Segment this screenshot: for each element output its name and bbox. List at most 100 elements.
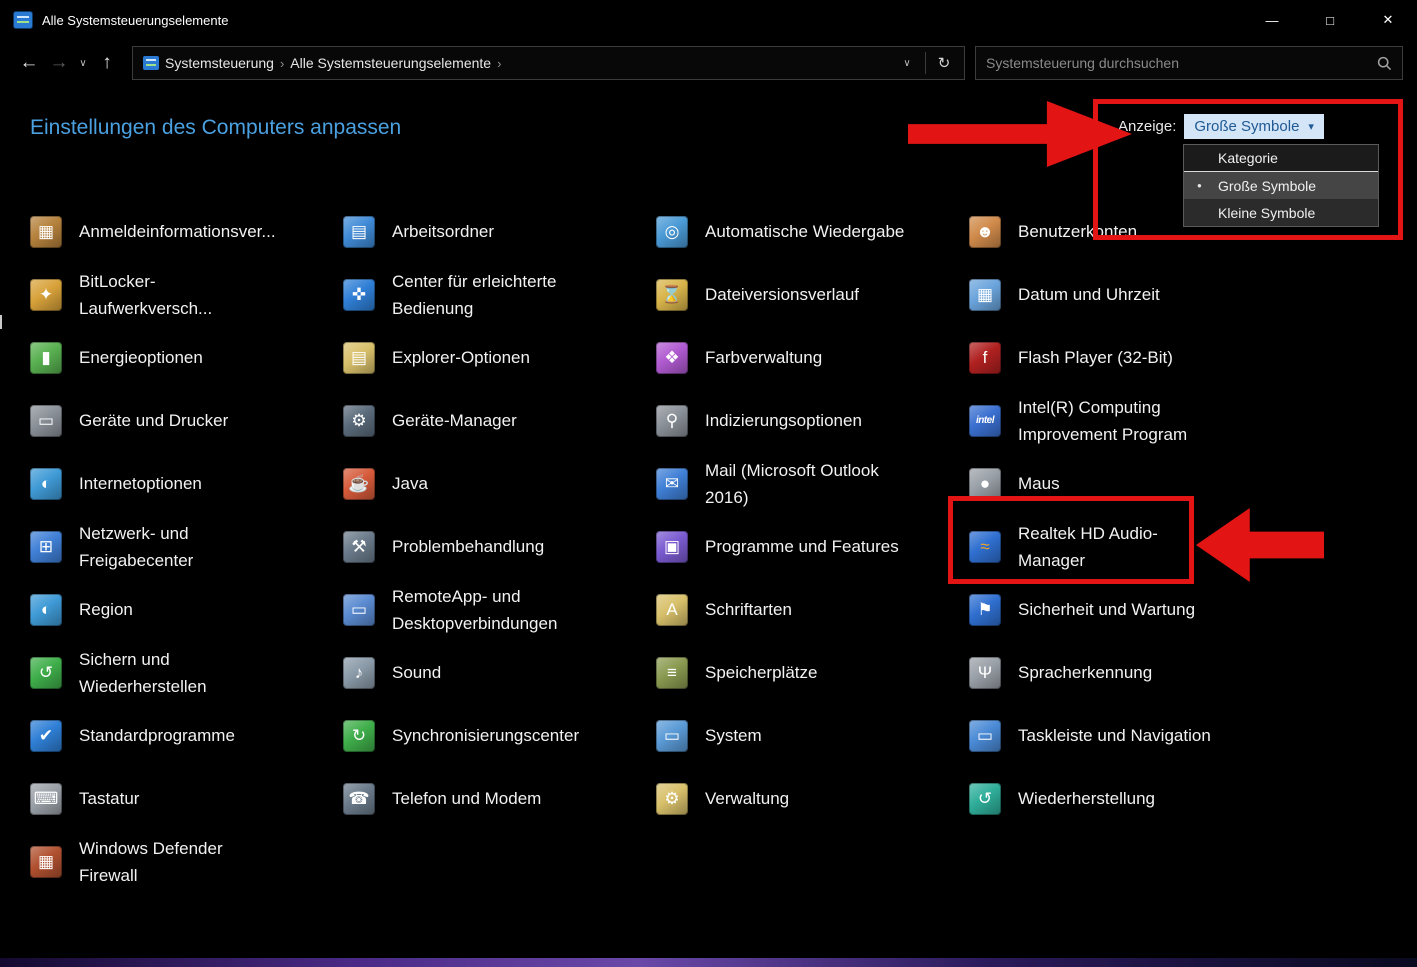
item-speicherplaetze[interactable]: ≡ Speicherplätze [656, 641, 969, 704]
taskbar-icon: ▭ [969, 719, 1001, 752]
item-flash-player[interactable]: f Flash Player (32-Bit) [969, 326, 1282, 389]
item-label: Synchronisierungscenter [392, 726, 580, 745]
item-label: Arbeitsordner [392, 222, 495, 241]
view-menu-item-gro-e-symbole[interactable]: ● Große Symbole [1184, 172, 1378, 199]
close-button[interactable]: ✕ [1359, 0, 1417, 40]
forward-icon[interactable]: → [44, 52, 74, 74]
item-erleichterte-bedienung[interactable]: ✜ Center für erleichterte Bedienung [343, 263, 656, 326]
item-label: Geräte-Manager [392, 411, 517, 430]
item-indizierungsoptionen[interactable]: ⚲ Indizierungsoptionen [656, 389, 969, 452]
item-java[interactable]: ☕ Java [343, 452, 656, 515]
mail-icon: ✉ [656, 467, 688, 500]
file-history-icon: ⌛ [656, 278, 688, 311]
view-menu-item-label: Kategorie [1218, 150, 1278, 166]
item-internetoptionen[interactable]: ◐ Internetoptionen [30, 452, 343, 515]
radio-bullet-icon: ● [1197, 181, 1202, 190]
autoplay-icon: ◎ [656, 215, 688, 248]
item-telefon-und-modem[interactable]: ☎ Telefon und Modem [343, 767, 656, 830]
credential-manager-icon: ▦ [30, 215, 62, 248]
refresh-icon[interactable]: ↻ [930, 54, 958, 72]
security-maintenance-icon: ⚑ [969, 593, 1001, 626]
java-icon: ☕ [343, 467, 375, 500]
troubleshooting-icon: ⚒ [343, 530, 375, 563]
explorer-options-icon: ▤ [343, 341, 375, 374]
item-realtek-hd-audio-manager[interactable]: ≈ Realtek HD Audio-Manager [969, 515, 1282, 578]
breadcrumb-systemsteuerung[interactable]: Systemsteuerung [159, 55, 280, 71]
search-box[interactable] [975, 46, 1403, 80]
item-automatische-wiedergabe[interactable]: ◎ Automatische Wiedergabe [656, 200, 969, 263]
breadcrumb[interactable]: Systemsteuerung › Alle Systemsteuerungse… [132, 46, 965, 80]
item-synchronisierungscenter[interactable]: ↻ Synchronisierungscenter [343, 704, 656, 767]
item-schriftarten[interactable]: A Schriftarten [656, 578, 969, 641]
item-programme-und-features[interactable]: ▣ Programme und Features [656, 515, 969, 578]
item-taskleiste-und-navigation[interactable]: ▭ Taskleiste und Navigation [969, 704, 1282, 767]
item-netzwerk-freigabecenter[interactable]: ⊞ Netzwerk- und Freigabecenter [30, 515, 343, 578]
speech-recognition-icon: Ψ [969, 656, 1001, 689]
item-label: Indizierungsoptionen [705, 411, 862, 430]
item-wiederherstellung[interactable]: ↺ Wiederherstellung [969, 767, 1282, 830]
item-dateiversionsverlauf[interactable]: ⌛ Dateiversionsverlauf [656, 263, 969, 326]
control-panel-small-icon [143, 56, 159, 70]
breadcrumb-separator-icon[interactable]: › [497, 56, 501, 71]
item-anmeldeinformationsverwaltung[interactable]: ▦ Anmeldeinformationsver... [30, 200, 343, 263]
item-label: Schriftarten [705, 600, 792, 619]
item-verwaltung[interactable]: ⚙ Verwaltung [656, 767, 969, 830]
search-icon [1377, 56, 1392, 70]
item-label: Realtek HD Audio-Manager [1018, 523, 1158, 570]
item-geraete-manager[interactable]: ⚙ Geräte-Manager [343, 389, 656, 452]
item-explorer-optionen[interactable]: ▤ Explorer-Optionen [343, 326, 656, 389]
item-label: Datum und Uhrzeit [1018, 285, 1160, 304]
item-mail-outlook[interactable]: ✉ Mail (Microsoft Outlook 2016) [656, 452, 969, 515]
item-standardprogramme[interactable]: ✔ Standardprogramme [30, 704, 343, 767]
item-label: Sound [392, 663, 442, 682]
item-intel-computing-improvement[interactable]: intel Intel(R) Computing Improvement Prog… [969, 389, 1282, 452]
screen-edge-mark [0, 315, 2, 329]
item-label: Farbverwaltung [705, 348, 823, 367]
desktop-background-strip [0, 958, 1417, 967]
item-energieoptionen[interactable]: ▮ Energieoptionen [30, 326, 343, 389]
item-label: RemoteApp- und Desktopverbindungen [392, 586, 558, 633]
view-menu-item-kategorie[interactable]: Kategorie [1184, 145, 1378, 172]
region-icon: ◐ [30, 593, 62, 626]
item-datum-und-uhrzeit[interactable]: ▦ Datum und Uhrzeit [969, 263, 1282, 326]
back-icon[interactable]: ← [14, 52, 44, 74]
item-problembehandlung[interactable]: ⚒ Problembehandlung [343, 515, 656, 578]
item-maus[interactable]: ● Maus [969, 452, 1282, 515]
color-management-icon: ❖ [656, 341, 688, 374]
search-input[interactable] [986, 55, 1371, 71]
view-label: Anzeige: [1118, 118, 1177, 135]
item-spracherkennung[interactable]: Ψ Spracherkennung [969, 641, 1282, 704]
breadcrumb-alle-systemsteuerungselemente[interactable]: Alle Systemsteuerungselemente [284, 55, 497, 71]
minimize-button[interactable]: — [1243, 0, 1301, 40]
item-label: Dateiversionsverlauf [705, 285, 860, 304]
view-dropdown-button[interactable]: Große Symbole ▾ [1184, 114, 1324, 139]
item-sichern-und-wiederherstellen[interactable]: ↺ Sichern und Wiederherstellen [30, 641, 343, 704]
maximize-button[interactable]: □ [1301, 0, 1359, 40]
item-sicherheit-und-wartung[interactable]: ⚑ Sicherheit und Wartung [969, 578, 1282, 641]
sound-icon: ♪ [343, 656, 375, 689]
item-windows-defender-firewall[interactable]: ▦ Windows Defender Firewall [30, 830, 343, 893]
item-label: Speicherplätze [705, 663, 818, 682]
control-panel-icon [14, 12, 32, 28]
item-arbeitsordner[interactable]: ▤ Arbeitsordner [343, 200, 656, 263]
ease-of-access-icon: ✜ [343, 278, 375, 311]
item-bitlocker[interactable]: ✦ BitLocker-Laufwerkversch... [30, 263, 343, 326]
realtek-audio-icon: ≈ [969, 530, 1001, 563]
item-tastatur[interactable]: ⌨ Tastatur [30, 767, 343, 830]
item-geraete-und-drucker[interactable]: ▭ Geräte und Drucker [30, 389, 343, 452]
item-farbverwaltung[interactable]: ❖ Farbverwaltung [656, 326, 969, 389]
view-menu-item-kleine-symbole[interactable]: Kleine Symbole [1184, 199, 1378, 226]
item-label: Mail (Microsoft Outlook 2016) [705, 460, 879, 507]
address-dropdown-icon[interactable]: ∨ [893, 58, 921, 69]
item-system[interactable]: ▭ System [656, 704, 969, 767]
default-programs-icon: ✔ [30, 719, 62, 752]
item-sound[interactable]: ♪ Sound [343, 641, 656, 704]
item-region[interactable]: ◐ Region [30, 578, 343, 641]
history-dropdown-icon[interactable]: ∨ [74, 58, 92, 69]
view-dropdown-value: Große Symbole [1194, 118, 1300, 135]
item-label: Tastatur [79, 789, 140, 808]
firewall-icon: ▦ [30, 845, 62, 878]
up-icon[interactable]: ↑ [92, 52, 122, 74]
date-time-icon: ▦ [969, 278, 1001, 311]
item-remoteapp-desktopverbindungen[interactable]: ▭ RemoteApp- und Desktopverbindungen [343, 578, 656, 641]
